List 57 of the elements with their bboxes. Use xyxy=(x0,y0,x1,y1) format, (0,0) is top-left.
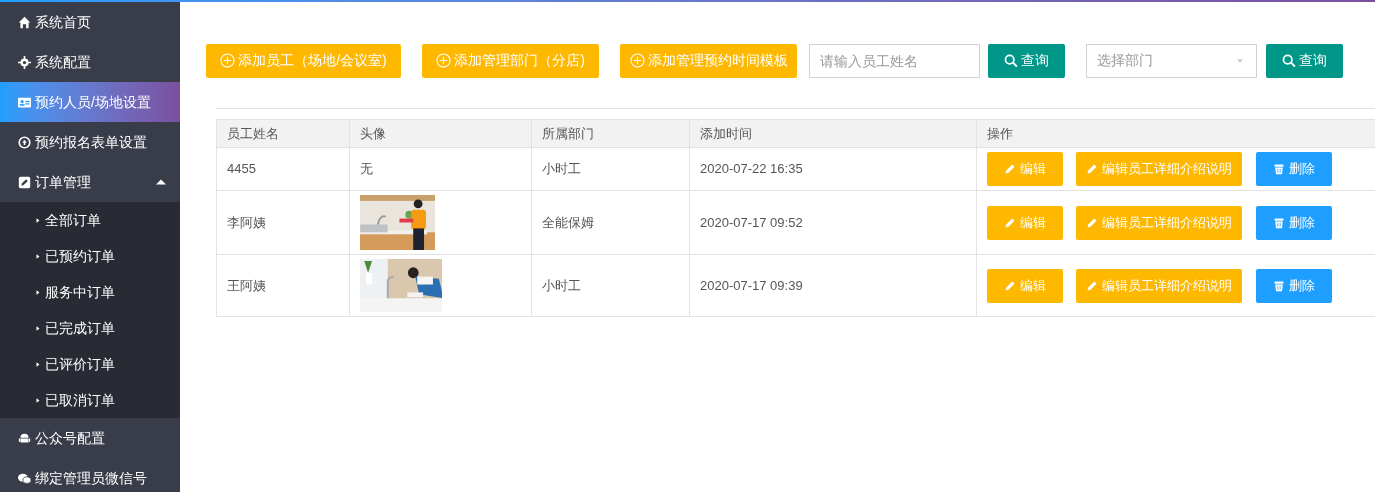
delete-button[interactable]: 删除 xyxy=(1256,268,1332,303)
search-icon xyxy=(1004,53,1018,68)
column-header: 操作 xyxy=(976,119,1375,148)
sidebar-item-label: 订单管理 xyxy=(35,172,92,192)
house-icon xyxy=(18,15,31,29)
pencil-icon xyxy=(1086,279,1098,292)
gear-icon xyxy=(18,55,31,69)
table-cell: 小时工 xyxy=(542,277,581,293)
id-card-icon xyxy=(18,95,31,109)
sidebar-item[interactable]: 预约人员/场地设置 xyxy=(0,82,180,122)
delete-button[interactable]: 删除 xyxy=(1256,152,1332,186)
table-cell: 小时工 xyxy=(542,161,581,177)
department-select[interactable]: 选择部门 xyxy=(1086,43,1257,78)
pencil-icon xyxy=(1086,216,1098,229)
android-icon xyxy=(18,431,31,445)
column-header: 头像 xyxy=(349,119,532,148)
search-button[interactable]: 查询 xyxy=(1266,43,1343,78)
column-header: 员工姓名 xyxy=(216,119,350,148)
table-cell: 2020-07-22 16:35 xyxy=(700,161,803,177)
sidebar-item[interactable]: 绑定管理员微信号 xyxy=(0,458,180,492)
table-cell: 王阿姨 xyxy=(227,277,266,293)
trash-icon xyxy=(1273,163,1285,175)
search-button[interactable]: 查询 xyxy=(988,43,1065,78)
search-icon xyxy=(1282,53,1296,68)
caret-up-icon xyxy=(156,177,166,187)
pencil-icon xyxy=(1004,216,1016,229)
table-cell: 无 xyxy=(360,161,373,177)
pencil-icon xyxy=(1086,163,1098,175)
submenu-item[interactable]: 已评价订单 xyxy=(0,346,180,382)
sidebar-item[interactable]: 公众号配置 xyxy=(0,418,180,458)
table-cell: 4455 xyxy=(227,161,256,177)
chat-icon xyxy=(18,471,31,485)
plus-circle-icon xyxy=(436,53,452,68)
pencil-icon xyxy=(1004,163,1016,175)
submenu-item[interactable]: 服务中订单 xyxy=(0,274,180,310)
trash-icon xyxy=(1273,279,1285,292)
submenu-item[interactable]: 已预约订单 xyxy=(0,238,180,274)
pencil-icon xyxy=(1004,279,1016,292)
sidebar-item[interactable]: 系统首页 xyxy=(0,2,180,42)
submenu-item[interactable]: 已取消订单 xyxy=(0,382,180,418)
table-cell: 李阿姨 xyxy=(227,214,266,230)
sidebar-group[interactable]: 订单管理 xyxy=(0,162,180,202)
sidebar-item[interactable]: 系统配置 xyxy=(0,42,180,82)
trash-icon xyxy=(1273,216,1285,229)
column-header: 添加时间 xyxy=(689,119,977,148)
sidebar-item[interactable]: 预约报名表单设置 xyxy=(0,122,180,162)
table-cell: 全能保姆 xyxy=(542,214,594,230)
column-header: 所属部门 xyxy=(531,119,690,148)
table-cell: 2020-07-17 09:39 xyxy=(700,277,803,293)
delete-button[interactable]: 删除 xyxy=(1256,205,1332,240)
plus-circle-icon xyxy=(629,53,645,68)
name-search-field[interactable]: 请输入员工姓名 xyxy=(809,43,980,78)
plus-circle-icon xyxy=(220,53,236,68)
edit-icon xyxy=(18,175,31,189)
table-cell: 2020-07-17 09:52 xyxy=(700,214,803,230)
submenu-item[interactable]: 已完成订单 xyxy=(0,310,180,346)
submenu-item[interactable]: 全部订单 xyxy=(0,202,180,238)
